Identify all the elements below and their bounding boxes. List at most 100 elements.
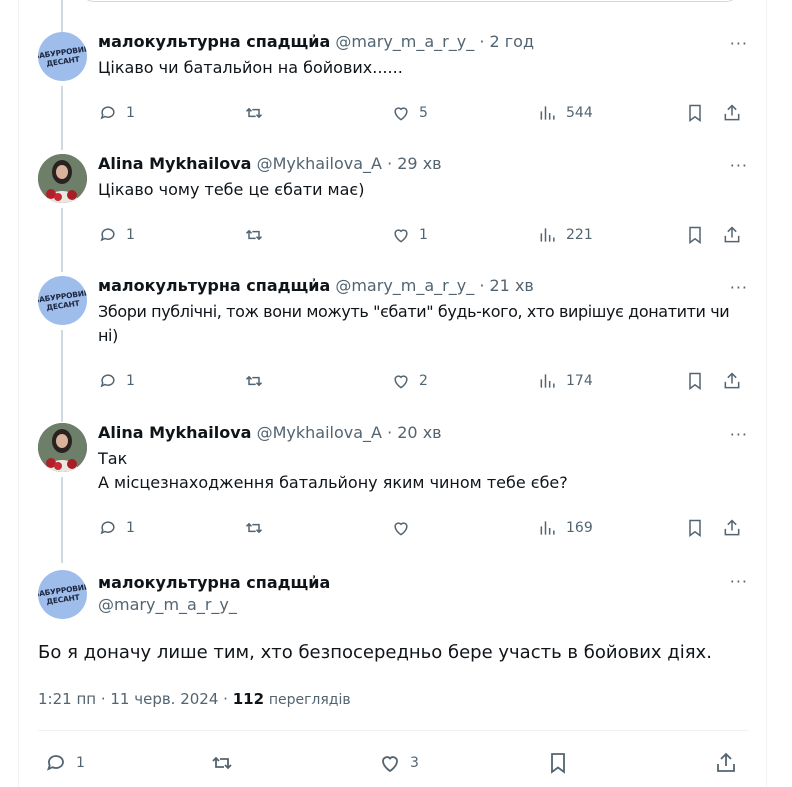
retweet-button[interactable] [244, 103, 272, 123]
views-count: 544 [566, 105, 593, 121]
mary-avatar[interactable]: БАБУРРОВИЙ ДЕСАНТ [38, 32, 87, 81]
author-handle[interactable]: @Mykhailova_A [257, 423, 382, 442]
mary-avatar[interactable]: БАБУРРОВИЙ ДЕСАНТ [38, 276, 87, 325]
author-name[interactable]: Alina Mykhailova [98, 423, 251, 442]
like-button[interactable]: 5 [391, 103, 428, 123]
bookmark-button[interactable] [685, 103, 705, 123]
share-icon [724, 104, 740, 121]
views-icon [540, 228, 555, 242]
like-button[interactable]: 2 [391, 371, 428, 391]
bookmark-icon [551, 753, 565, 774]
previous-card-edge [80, 0, 740, 2]
author-name[interactable]: малокультурна спадщи҆а [98, 572, 330, 594]
tweet-header: Alina Mykhailova @Mykhailova_A · 29 хв [98, 154, 748, 174]
like-icon [394, 522, 408, 536]
share-button[interactable] [722, 103, 742, 123]
author-handle[interactable]: @mary_m_a_r_y_ [98, 594, 330, 616]
alina-avatar-image [38, 423, 87, 472]
share-icon [724, 519, 740, 536]
bookmark-button[interactable] [546, 751, 570, 775]
separator: · [479, 32, 485, 51]
alina-avatar[interactable] [38, 423, 87, 472]
alina-avatar-image [38, 154, 87, 203]
tweet-header: малокультурна спадщи҆а @mary_m_a_r_y_ · … [98, 276, 748, 296]
tweet-time[interactable]: 21 хв [490, 276, 534, 295]
alina-avatar[interactable] [38, 154, 87, 203]
share-button[interactable] [714, 751, 738, 775]
reply-button[interactable]: 1 [98, 103, 135, 123]
retweet-button[interactable] [244, 371, 272, 391]
more-icon[interactable]: ··· [730, 572, 748, 591]
reply-button[interactable]: 1 [98, 518, 135, 538]
author-name[interactable]: малокультурна спадщи҆а [98, 32, 330, 51]
views-count: 112 [232, 690, 265, 708]
retweet-button[interactable] [210, 751, 234, 775]
share-button[interactable] [722, 371, 742, 391]
reply-count: 1 [126, 105, 135, 121]
bookmark-button[interactable] [685, 225, 705, 245]
views-button[interactable]: 221 [538, 225, 593, 245]
mary-avatar[interactable]: БАБУРРОВИЙ ДЕСАНТ [38, 570, 87, 619]
like-icon [382, 756, 398, 773]
more-icon[interactable]: ··· [730, 156, 748, 175]
main-tweet-actions: 1 3 [38, 751, 748, 777]
author-name[interactable]: Alina Mykhailova [98, 154, 251, 173]
views-button[interactable]: 174 [538, 371, 593, 391]
reply-icon [100, 374, 115, 388]
main-tweet-text: Бо я доначу лише тим, хто безпосередньо … [38, 642, 712, 663]
share-button[interactable] [722, 518, 742, 538]
tweet-time[interactable]: 2 год [490, 32, 535, 51]
views-count: 169 [566, 520, 593, 536]
views-icon [540, 374, 555, 388]
views-button[interactable]: 169 [538, 518, 593, 538]
like-button[interactable] [391, 518, 419, 538]
reply-icon [100, 521, 115, 535]
reply-button[interactable]: 1 [98, 225, 135, 245]
reply-count: 1 [76, 755, 85, 771]
like-icon [394, 375, 408, 389]
views-button[interactable]: 544 [538, 103, 593, 123]
tweet-header: Alina Mykhailova @Mykhailova_A · 20 хв [98, 423, 748, 443]
author-handle[interactable]: @mary_m_a_r_y_ [335, 32, 474, 51]
more-icon[interactable]: ··· [730, 34, 748, 53]
views-icon [540, 106, 555, 120]
retweet-button[interactable] [244, 518, 272, 538]
more-icon[interactable]: ··· [730, 278, 748, 297]
like-button[interactable]: 1 [391, 225, 428, 245]
like-button[interactable]: 3 [378, 751, 419, 775]
tweet-time[interactable]: 20 хв [397, 423, 441, 442]
retweet-icon [245, 107, 263, 119]
tweet-time[interactable]: 29 хв [397, 154, 441, 173]
tweet-timestamp[interactable]: 1:21 пп · 11 черв. 2024 · [38, 690, 228, 708]
share-icon [724, 372, 740, 389]
tweet-text: Так А місцезнаходження батальйону яким ч… [98, 447, 748, 495]
views-count: 174 [566, 373, 593, 389]
reply-button[interactable]: 1 [44, 751, 85, 775]
reply-count: 1 [126, 373, 135, 389]
tweet-text: Цікаво чому тебе це єбати має) [98, 180, 365, 199]
retweet-icon [245, 229, 263, 241]
more-icon[interactable]: ··· [730, 425, 748, 444]
author-handle[interactable]: @Mykhailova_A [257, 154, 382, 173]
divider [38, 730, 748, 731]
views-label: переглядів [268, 692, 351, 708]
bookmark-button[interactable] [685, 518, 705, 538]
reply-button[interactable]: 1 [98, 371, 135, 391]
retweet-icon [212, 756, 232, 770]
thread-line [61, 0, 63, 32]
author-handle[interactable]: @mary_m_a_r_y_ [335, 276, 474, 295]
reply-count: 1 [126, 227, 135, 243]
retweet-icon [245, 375, 263, 387]
tweet-meta: 1:21 пп · 11 черв. 2024 · 112 переглядів [38, 690, 351, 708]
author-name[interactable]: малокультурна спадщи҆а [98, 276, 330, 295]
reply-icon [46, 755, 64, 771]
bookmark-icon [689, 226, 701, 244]
views-count: 221 [566, 227, 593, 243]
bookmark-icon [689, 372, 701, 390]
separator: · [387, 423, 393, 442]
separator: · [387, 154, 393, 173]
bookmark-button[interactable] [685, 371, 705, 391]
share-button[interactable] [722, 225, 742, 245]
retweet-button[interactable] [244, 225, 272, 245]
tweet-text-line: А місцезнаходження батальйону яким чином… [98, 473, 568, 492]
